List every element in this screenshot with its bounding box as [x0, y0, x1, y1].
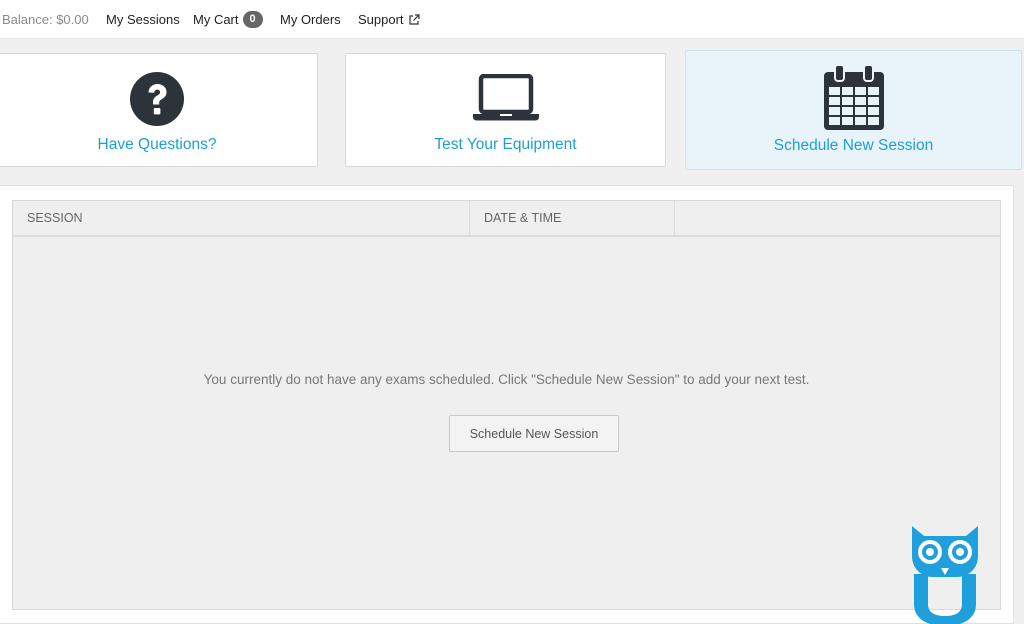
calendar-icon [823, 65, 884, 130]
have-questions-label: Have Questions? [97, 136, 217, 153]
nav-support-label: Support [358, 12, 404, 27]
cart-count-badge: 0 [242, 11, 263, 28]
sessions-panel: SESSION DATE & TIME You currently do not… [0, 185, 1014, 624]
test-equipment-label: Test Your Equipment [434, 136, 577, 153]
nav-my-orders[interactable]: My Orders [280, 12, 341, 27]
question-circle-icon [130, 72, 184, 126]
column-header-actions [675, 201, 1000, 235]
top-nav: Balance: $0.00 My Sessions My Cart 0 My … [0, 0, 1024, 39]
external-link-icon [408, 13, 420, 25]
schedule-new-session-button[interactable]: Schedule New Session [449, 415, 619, 452]
schedule-new-session-label: Schedule New Session [773, 137, 934, 154]
owl-logo-icon [912, 526, 978, 624]
nav-support[interactable]: Support [358, 12, 420, 27]
nav-my-cart-label: My Cart [193, 12, 239, 27]
test-equipment-card[interactable]: Test Your Equipment [345, 53, 666, 167]
schedule-new-session-card[interactable]: Schedule New Session [685, 50, 1022, 170]
table-header: SESSION DATE & TIME [13, 201, 1000, 237]
empty-state-message: You currently do not have any exams sche… [203, 372, 810, 387]
laptop-icon [472, 74, 539, 121]
balance-text: Balance: $0.00 [2, 12, 89, 27]
have-questions-card[interactable]: Have Questions? [0, 53, 318, 167]
column-header-date-time[interactable]: DATE & TIME [470, 201, 675, 235]
sessions-table: SESSION DATE & TIME You currently do not… [12, 200, 1001, 610]
nav-my-cart[interactable]: My Cart 0 [193, 11, 263, 28]
nav-my-sessions[interactable]: My Sessions [106, 12, 180, 27]
column-header-session[interactable]: SESSION [13, 201, 470, 235]
